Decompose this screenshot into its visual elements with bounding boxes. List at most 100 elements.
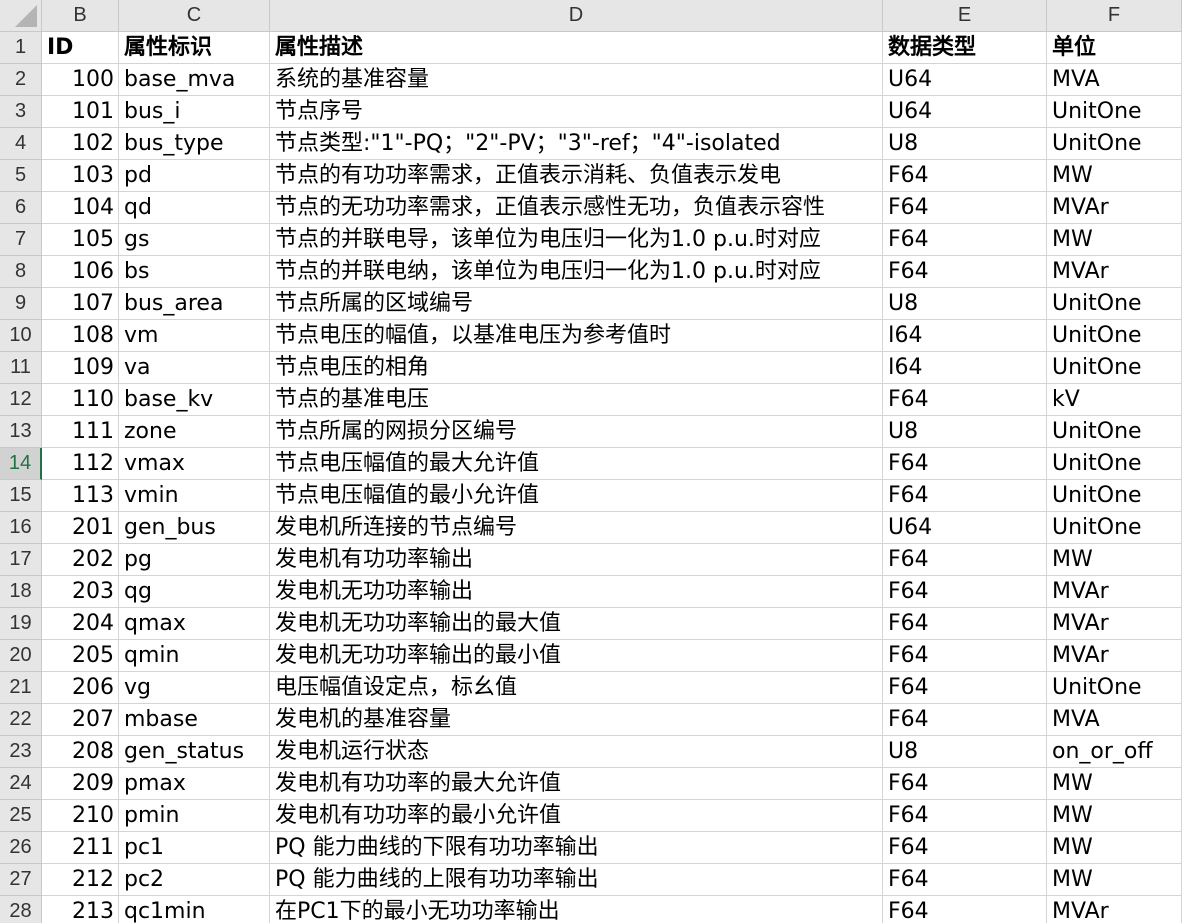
header-cell-unit[interactable]: 单位 — [1047, 32, 1182, 64]
cell-attr-id[interactable]: bs — [119, 256, 270, 288]
cell-unit[interactable]: UnitOne — [1047, 416, 1182, 448]
cell-attr-id[interactable]: qd — [119, 192, 270, 224]
cell-attr-id[interactable]: gen_bus — [119, 512, 270, 544]
cell-attr-id[interactable]: bus_i — [119, 96, 270, 128]
row-header[interactable]: 15 — [0, 480, 42, 512]
header-cell-desc[interactable]: 属性描述 — [270, 32, 883, 64]
cell-type[interactable]: U8 — [883, 288, 1047, 320]
cell-type[interactable]: F64 — [883, 448, 1047, 480]
cell-type[interactable]: U8 — [883, 736, 1047, 768]
cell-type[interactable]: F64 — [883, 832, 1047, 864]
cell-desc[interactable]: 发电机无功功率输出 — [270, 576, 883, 608]
cell-attr-id[interactable]: bus_type — [119, 128, 270, 160]
row-header[interactable]: 17 — [0, 544, 42, 576]
cell-desc[interactable]: 节点电压幅值的最小允许值 — [270, 480, 883, 512]
header-cell-attr-id[interactable]: 属性标识 — [119, 32, 270, 64]
cell-desc[interactable]: 节点电压幅值的最大允许值 — [270, 448, 883, 480]
row-header[interactable]: 26 — [0, 832, 42, 864]
cell-type[interactable]: F64 — [883, 224, 1047, 256]
cell-attr-id[interactable]: gs — [119, 224, 270, 256]
row-header[interactable]: 10 — [0, 320, 42, 352]
cell-unit[interactable]: UnitOne — [1047, 320, 1182, 352]
cell-unit[interactable]: MVA — [1047, 64, 1182, 96]
cell-desc[interactable]: 节点的并联电导，该单位为电压归一化为1.0 p.u.时对应 — [270, 224, 883, 256]
select-all-corner[interactable] — [0, 0, 42, 32]
cell-id[interactable]: 212 — [42, 864, 119, 896]
cell-type[interactable]: F64 — [883, 192, 1047, 224]
cell-attr-id[interactable]: pd — [119, 160, 270, 192]
cell-unit[interactable]: UnitOne — [1047, 288, 1182, 320]
cell-unit[interactable]: MVAr — [1047, 896, 1182, 923]
cell-id[interactable]: 211 — [42, 832, 119, 864]
cell-attr-id[interactable]: vg — [119, 672, 270, 704]
row-header[interactable]: 6 — [0, 192, 42, 224]
cell-id[interactable]: 110 — [42, 384, 119, 416]
cell-attr-id[interactable]: bus_area — [119, 288, 270, 320]
cell-desc[interactable]: 发电机所连接的节点编号 — [270, 512, 883, 544]
row-header[interactable]: 16 — [0, 512, 42, 544]
cell-id[interactable]: 112 — [42, 448, 119, 480]
cell-unit[interactable]: UnitOne — [1047, 128, 1182, 160]
cell-attr-id[interactable]: qmax — [119, 608, 270, 640]
cell-desc[interactable]: 节点电压的相角 — [270, 352, 883, 384]
cell-unit[interactable]: MW — [1047, 768, 1182, 800]
cell-unit[interactable]: kV — [1047, 384, 1182, 416]
cell-unit[interactable]: UnitOne — [1047, 672, 1182, 704]
column-header-e[interactable]: E — [883, 0, 1047, 32]
cell-desc[interactable]: 发电机无功功率输出的最小值 — [270, 640, 883, 672]
cell-unit[interactable]: MW — [1047, 544, 1182, 576]
cell-type[interactable]: F64 — [883, 608, 1047, 640]
cell-unit[interactable]: MVAr — [1047, 256, 1182, 288]
row-header[interactable]: 9 — [0, 288, 42, 320]
cell-type[interactable]: U64 — [883, 96, 1047, 128]
cell-id[interactable]: 106 — [42, 256, 119, 288]
row-header[interactable]: 25 — [0, 800, 42, 832]
cell-desc[interactable]: 节点类型:"1"-PQ；"2"-PV；"3"-ref；"4"-isolated — [270, 128, 883, 160]
cell-type[interactable]: F64 — [883, 544, 1047, 576]
cell-desc[interactable]: 节点电压的幅值，以基准电压为参考值时 — [270, 320, 883, 352]
row-header[interactable]: 21 — [0, 672, 42, 704]
cell-attr-id[interactable]: pg — [119, 544, 270, 576]
cell-unit[interactable]: MW — [1047, 832, 1182, 864]
cell-type[interactable]: F64 — [883, 384, 1047, 416]
cell-desc[interactable]: 发电机无功功率输出的最大值 — [270, 608, 883, 640]
cell-type[interactable]: F64 — [883, 160, 1047, 192]
cell-type[interactable]: U8 — [883, 128, 1047, 160]
cell-desc[interactable]: 节点的并联电纳，该单位为电压归一化为1.0 p.u.时对应 — [270, 256, 883, 288]
row-header[interactable]: 12 — [0, 384, 42, 416]
row-header[interactable]: 20 — [0, 640, 42, 672]
cell-desc[interactable]: 节点所属的区域编号 — [270, 288, 883, 320]
row-header[interactable]: 18 — [0, 576, 42, 608]
cell-id[interactable]: 205 — [42, 640, 119, 672]
cell-desc[interactable]: 节点的基准电压 — [270, 384, 883, 416]
cell-id[interactable]: 107 — [42, 288, 119, 320]
cell-unit[interactable]: MVAr — [1047, 192, 1182, 224]
cell-unit[interactable]: on_or_off — [1047, 736, 1182, 768]
cell-desc[interactable]: 发电机的基准容量 — [270, 704, 883, 736]
cell-id[interactable]: 113 — [42, 480, 119, 512]
cell-desc[interactable]: PQ 能力曲线的下限有功功率输出 — [270, 832, 883, 864]
cell-id[interactable]: 204 — [42, 608, 119, 640]
cell-id[interactable]: 201 — [42, 512, 119, 544]
cell-attr-id[interactable]: zone — [119, 416, 270, 448]
cell-desc[interactable]: 节点所属的网损分区编号 — [270, 416, 883, 448]
cell-id[interactable]: 203 — [42, 576, 119, 608]
cell-desc[interactable]: 发电机有功功率的最大允许值 — [270, 768, 883, 800]
cell-type[interactable]: F64 — [883, 640, 1047, 672]
cell-attr-id[interactable]: pc1 — [119, 832, 270, 864]
row-header[interactable]: 5 — [0, 160, 42, 192]
cell-attr-id[interactable]: gen_status — [119, 736, 270, 768]
cell-unit[interactable]: UnitOne — [1047, 512, 1182, 544]
cell-id[interactable]: 101 — [42, 96, 119, 128]
cell-attr-id[interactable]: base_kv — [119, 384, 270, 416]
row-header[interactable]: 8 — [0, 256, 42, 288]
cell-type[interactable]: F64 — [883, 864, 1047, 896]
cell-id[interactable]: 206 — [42, 672, 119, 704]
cell-desc[interactable]: 节点序号 — [270, 96, 883, 128]
cell-unit[interactable]: MW — [1047, 864, 1182, 896]
cell-unit[interactable]: UnitOne — [1047, 352, 1182, 384]
cell-id[interactable]: 108 — [42, 320, 119, 352]
row-header[interactable]: 24 — [0, 768, 42, 800]
row-header[interactable]: 19 — [0, 608, 42, 640]
cell-type[interactable]: F64 — [883, 672, 1047, 704]
